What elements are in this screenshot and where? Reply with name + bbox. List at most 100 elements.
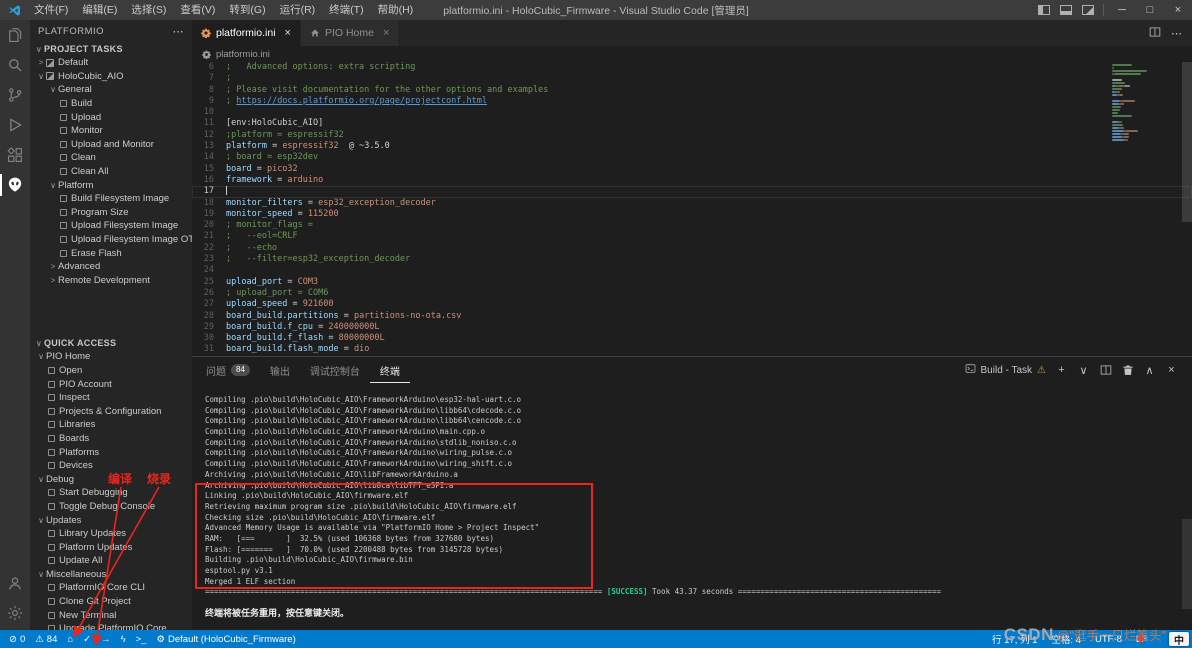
split-editor-icon[interactable] (1149, 26, 1161, 41)
sidebar-item-clean[interactable]: Clean (30, 151, 192, 165)
code-line[interactable]: 9; https://docs.platformio.org/page/proj… (192, 96, 1192, 107)
sidebar-item-advanced[interactable]: >Advanced (30, 260, 192, 274)
account-icon[interactable] (0, 568, 30, 598)
pio-build-button[interactable]: ✓ (78, 630, 96, 648)
sidebar-item-upgrade-platformio-core[interactable]: Upgrade PlatformIO Core (30, 622, 192, 630)
minimize-button[interactable]: ─ (1108, 0, 1136, 20)
sidebar-item-update-all[interactable]: Update All (30, 554, 192, 568)
code-line[interactable]: 10 (192, 107, 1192, 118)
code-line[interactable]: 27upload_speed = 921600 (192, 299, 1192, 310)
panel-tab-终端[interactable]: 终端 (370, 357, 410, 383)
code-line[interactable]: 20; monitor_flags = (192, 220, 1192, 231)
sidebar-item-platform-updates[interactable]: Platform Updates (30, 540, 192, 554)
tab-pio-home[interactable]: PIO Home× (301, 20, 399, 46)
sidebar-item-build[interactable]: Build (30, 97, 192, 111)
sidebar-item-new-terminal[interactable]: New Terminal (30, 608, 192, 622)
panel-tab-输出[interactable]: 输出 (260, 357, 300, 383)
menu-转到-g[interactable]: 转到(G) (222, 0, 272, 20)
code-line[interactable]: 19monitor_speed = 115200 (192, 209, 1192, 220)
section-header-quick-access[interactable]: ∨QUICK ACCESS (30, 336, 192, 350)
maximize-button[interactable]: □ (1136, 0, 1164, 20)
close-icon[interactable]: × (383, 27, 389, 39)
code-line[interactable]: 25upload_port = COM3 (192, 277, 1192, 288)
extensions-icon[interactable] (0, 140, 30, 170)
sidebar-item-upload[interactable]: Upload (30, 110, 192, 124)
run-debug-icon[interactable] (0, 110, 30, 140)
close-icon[interactable]: × (285, 27, 291, 39)
problems-warnings[interactable]: ⚠84 (30, 630, 62, 648)
code-line[interactable]: 7; (192, 73, 1192, 84)
menu-编辑-e[interactable]: 编辑(E) (75, 0, 124, 20)
sidebar-item-holocubic-aio[interactable]: ∨HoloCubic_AIO (30, 70, 192, 84)
sidebar-item-platform[interactable]: ∨Platform (30, 178, 192, 192)
code-line[interactable]: 28board_build.partitions = partitions-no… (192, 311, 1192, 322)
pio-new-terminal-button[interactable]: >_ (131, 630, 152, 648)
sidebar-item-pio-home[interactable]: ∨PIO Home (30, 350, 192, 364)
panel-tab-问题[interactable]: 问题84 (196, 357, 260, 383)
code-line[interactable]: 31board_build.flash_mode = dio (192, 344, 1192, 355)
terminal-dropdown[interactable]: ∨ (1077, 364, 1090, 377)
sidebar-item-pio-account[interactable]: PIO Account (30, 377, 192, 391)
split-terminal-button[interactable] (1099, 364, 1112, 376)
sidebar-item-upload-filesystem-image[interactable]: Upload Filesystem Image (30, 219, 192, 233)
sidebar-item-monitor[interactable]: Monitor (30, 124, 192, 138)
new-terminal-button[interactable]: + (1055, 364, 1068, 376)
platformio-icon[interactable] (0, 170, 30, 200)
close-button[interactable]: × (1164, 0, 1192, 20)
panel-tab-调试控制台[interactable]: 调试控制台 (300, 357, 370, 383)
encoding[interactable]: UTF-8 (1090, 630, 1127, 648)
sidebar-item-upload-filesystem-image-ota[interactable]: Upload Filesystem Image OTA (30, 233, 192, 247)
settings-icon[interactable] (0, 598, 30, 628)
sidebar-item-upload-and-monitor[interactable]: Upload and Monitor (30, 138, 192, 152)
sidebar-item-remote-development[interactable]: >Remote Development (30, 274, 192, 288)
sidebar-item-clone-git-project[interactable]: Clone Git Project (30, 595, 192, 609)
problems-errors[interactable]: ⊘0 (4, 630, 30, 648)
sidebar-item-platformio-core-cli[interactable]: PlatformIO Core CLI (30, 581, 192, 595)
sidebar-item-projects-configuration[interactable]: Projects & Configuration (30, 404, 192, 418)
terminal-picker[interactable]: Build - Task ⚠ (965, 363, 1046, 377)
sidebar-item-program-size[interactable]: Program Size (30, 206, 192, 220)
tab-platformio-ini[interactable]: platformio.ini× (192, 20, 301, 46)
scrollbar-thumb[interactable] (1182, 62, 1192, 222)
code-line[interactable]: 14; board = esp32dev (192, 152, 1192, 163)
sidebar-item-default[interactable]: >Default (30, 56, 192, 70)
search-icon[interactable] (0, 50, 30, 80)
code-line[interactable]: 23; --filter=esp32_exception_decoder (192, 254, 1192, 265)
cursor-position[interactable]: 行 17, 列 1 (987, 630, 1042, 648)
code-line[interactable]: 24 (192, 265, 1192, 276)
pio-upload-button[interactable]: → (96, 630, 116, 648)
code-line[interactable]: 30board_build.f_flash = 80000000L (192, 333, 1192, 344)
sidebar-item-general[interactable]: ∨General (30, 83, 192, 97)
explorer-icon[interactable] (0, 20, 30, 50)
menu-文件-f[interactable]: 文件(F) (27, 0, 75, 20)
breadcrumb[interactable]: platformio.ini (192, 46, 1192, 62)
sidebar-item-build-filesystem-image[interactable]: Build Filesystem Image (30, 192, 192, 206)
minimap[interactable] (1112, 64, 1178, 142)
ime-indicator[interactable]: 中 (1169, 632, 1189, 646)
close-panel-button[interactable]: × (1165, 364, 1178, 376)
indentation[interactable]: 空格: 4 (1046, 630, 1086, 648)
pio-serial-monitor-button[interactable]: ϟ (116, 630, 131, 648)
layout-panel-icon[interactable] (1060, 5, 1072, 15)
sidebar-item-miscellaneous[interactable]: ∨Miscellaneous (30, 568, 192, 582)
sidebar-item-start-debugging[interactable]: Start Debugging (30, 486, 192, 500)
menu-终端-t[interactable]: 终端(T) (322, 0, 370, 20)
editor-scrollbar[interactable] (1182, 62, 1192, 356)
section-header-project-tasks[interactable]: ∨PROJECT TASKS (30, 42, 192, 56)
kill-terminal-button[interactable] (1121, 364, 1134, 376)
menu-查看-v[interactable]: 查看(V) (173, 0, 222, 20)
sidebar-item-inspect[interactable]: Inspect (30, 391, 192, 405)
layout-sidebar-icon[interactable] (1038, 5, 1050, 15)
code-line[interactable]: 6; Advanced options: extra scripting (192, 62, 1192, 73)
breadcrumb-item[interactable]: platformio.ini (216, 49, 270, 60)
sidebar-item-debug[interactable]: ∨Debug (30, 472, 192, 486)
code-line[interactable]: 18monitor_filters = esp32_exception_deco… (192, 198, 1192, 209)
code-line[interactable]: 11[env:HoloCubic_AIO] (192, 118, 1192, 129)
sidebar-item-platforms[interactable]: Platforms (30, 445, 192, 459)
sidebar-item-boards[interactable]: Boards (30, 432, 192, 446)
sidebar-item-library-updates[interactable]: Library Updates (30, 527, 192, 541)
sidebar-item-erase-flash[interactable]: Erase Flash (30, 246, 192, 260)
code-line[interactable]: 16framework = arduino (192, 175, 1192, 186)
more-actions-icon[interactable]: ⋯ (1171, 27, 1182, 40)
more-actions-icon[interactable]: ⋯ (173, 25, 185, 38)
